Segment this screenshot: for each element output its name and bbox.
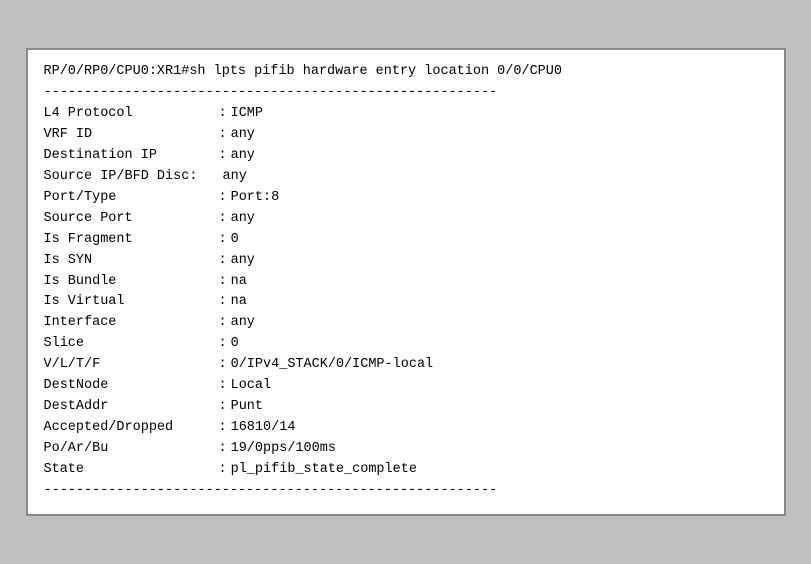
table-row: Interface : any xyxy=(44,313,768,334)
row-key: V/L/T/F xyxy=(44,355,219,376)
row-key: Is Fragment xyxy=(44,230,219,251)
row-value: Port:8 xyxy=(231,188,280,209)
row-separator: : xyxy=(219,251,227,272)
row-separator: : xyxy=(219,292,227,313)
table-row: Source IP/BFD Disc: any xyxy=(44,167,768,188)
prompt-line: RP/0/RP0/CPU0:XR1#sh lpts pifib hardware… xyxy=(44,62,768,83)
row-key: Slice xyxy=(44,334,219,355)
row-separator: : xyxy=(219,188,227,209)
row-value: any xyxy=(231,146,255,167)
row-value: na xyxy=(231,272,247,293)
table-row: Po/Ar/Bu : 19/0pps/100ms xyxy=(44,439,768,460)
table-row: Is Virtual : na xyxy=(44,292,768,313)
row-value: na xyxy=(231,292,247,313)
row-value: Local xyxy=(231,376,272,397)
row-separator: : xyxy=(219,376,227,397)
row-value: 0/IPv4_STACK/0/ICMP-local xyxy=(231,355,434,376)
table-row: State : pl_pifib_state_complete xyxy=(44,460,768,481)
row-separator: : xyxy=(219,209,227,230)
table-row: Is Bundle : na xyxy=(44,272,768,293)
table-row: Destination IP : any xyxy=(44,146,768,167)
row-key: VRF ID xyxy=(44,125,219,146)
row-key: Source IP/BFD Disc: xyxy=(44,167,219,188)
table-row: VRF ID : any xyxy=(44,125,768,146)
row-key: L4 Protocol xyxy=(44,104,219,125)
row-value: 0 xyxy=(231,334,239,355)
row-key: Source Port xyxy=(44,209,219,230)
table-row: Slice : 0 xyxy=(44,334,768,355)
row-value: pl_pifib_state_complete xyxy=(231,460,417,481)
divider-bottom: ----------------------------------------… xyxy=(44,481,768,502)
row-separator: : xyxy=(219,439,227,460)
row-separator: : xyxy=(219,334,227,355)
row-separator: : xyxy=(219,104,227,125)
row-key: Is SYN xyxy=(44,251,219,272)
row-key: State xyxy=(44,460,219,481)
row-value: 16810/14 xyxy=(231,418,296,439)
row-separator: : xyxy=(219,313,227,334)
row-separator: : xyxy=(219,418,227,439)
table-row: DestNode : Local xyxy=(44,376,768,397)
row-value: any xyxy=(231,209,255,230)
row-value: any xyxy=(223,167,247,188)
table-row: V/L/T/F : 0/IPv4_STACK/0/ICMP-local xyxy=(44,355,768,376)
divider-top: ----------------------------------------… xyxy=(44,83,768,104)
row-separator: : xyxy=(219,125,227,146)
row-key: Po/Ar/Bu xyxy=(44,439,219,460)
row-separator: : xyxy=(219,355,227,376)
table-row: DestAddr : Punt xyxy=(44,397,768,418)
row-value: any xyxy=(231,125,255,146)
row-key: Accepted/Dropped xyxy=(44,418,219,439)
row-key: Port/Type xyxy=(44,188,219,209)
table-row: Source Port : any xyxy=(44,209,768,230)
table-row: Accepted/Dropped : 16810/14 xyxy=(44,418,768,439)
row-value: any xyxy=(231,313,255,334)
row-separator: : xyxy=(219,146,227,167)
row-value: ICMP xyxy=(231,104,263,125)
table-row: Port/Type : Port:8 xyxy=(44,188,768,209)
row-separator: : xyxy=(219,460,227,481)
row-key: Is Bundle xyxy=(44,272,219,293)
table-row: L4 Protocol : ICMP xyxy=(44,104,768,125)
row-separator: : xyxy=(219,230,227,251)
terminal-output: RP/0/RP0/CPU0:XR1#sh lpts pifib hardware… xyxy=(26,48,786,515)
row-key: DestAddr xyxy=(44,397,219,418)
table-row: Is SYN : any xyxy=(44,251,768,272)
row-separator: : xyxy=(219,397,227,418)
row-key: Interface xyxy=(44,313,219,334)
row-key: Is Virtual xyxy=(44,292,219,313)
table-row: Is Fragment : 0 xyxy=(44,230,768,251)
row-value: Punt xyxy=(231,397,263,418)
row-value: 0 xyxy=(231,230,239,251)
row-separator: : xyxy=(219,272,227,293)
row-key: Destination IP xyxy=(44,146,219,167)
row-value: any xyxy=(231,251,255,272)
row-key: DestNode xyxy=(44,376,219,397)
row-value: 19/0pps/100ms xyxy=(231,439,336,460)
